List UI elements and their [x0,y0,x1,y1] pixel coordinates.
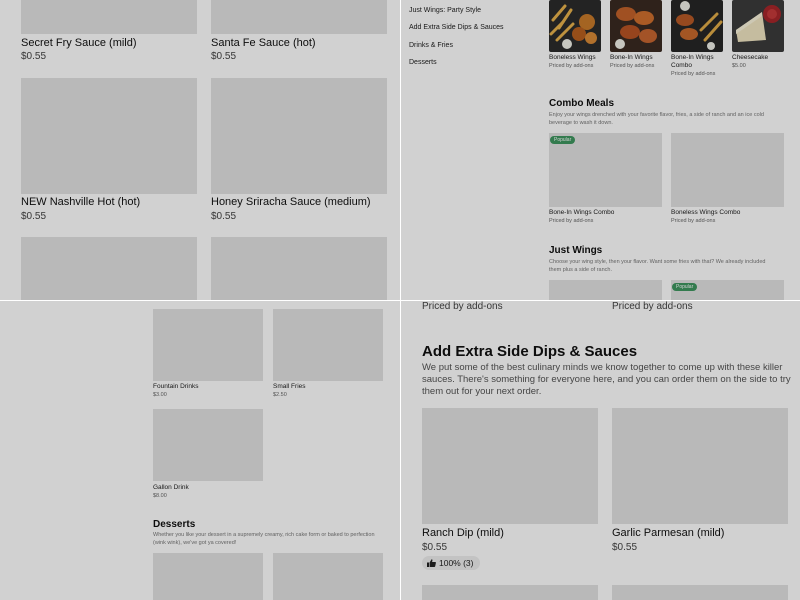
quadrant-divider-horizontal [0,300,800,301]
item-name[interactable]: Santa Fe Sauce (hot) [211,37,316,49]
item-image[interactable] [211,0,387,34]
thumbs-up-icon [427,559,436,567]
section-description: Whether you like your dessert in a supre… [153,532,375,546]
wings-photo-icon [610,0,662,52]
rating-value: 100% (3) [439,558,474,568]
sidebar-item-drinks-fries[interactable]: Drinks & Fries [409,42,453,49]
sidebar-item-dips-sauces[interactable]: Add Extra Side Dips & Sauces [409,24,504,31]
item-image[interactable] [211,78,387,194]
item-image[interactable] [21,0,197,34]
item-image[interactable] [612,408,788,524]
cheesecake-photo-icon [732,0,784,52]
sidebar-item-desserts[interactable]: Desserts [409,59,437,66]
item-name[interactable]: Ranch Dip (mild) [422,527,504,539]
section-title-combo: Combo Meals [549,98,615,109]
popular-badge: Popular [550,136,576,144]
drinks-desserts-panel: Fountain Drinks $3.00 Small Fries $2.50 … [0,301,400,600]
popular-badge: Popular [672,283,698,291]
item-price: Priced by add-ons [612,301,693,312]
section-description: Choose your wing style, then your flavor… [549,259,766,273]
item-price: Priced by add-ons [549,218,594,224]
dips-sauces-panel: Priced by add-ons Priced by add-ons Add … [401,301,800,600]
item-name[interactable]: Garlic Parmesan (mild) [612,527,724,539]
section-title-just-wings: Just Wings [549,245,603,256]
item-image[interactable] [211,237,387,300]
cheesecake-image[interactable] [732,0,784,52]
item-name[interactable]: NEW Nashville Hot (hot) [21,196,140,208]
item-price: $8.00 [153,493,167,499]
item-name[interactable]: Bone-In Wings Combo [671,54,723,70]
item-image[interactable] [549,133,662,207]
item-image[interactable] [153,309,263,381]
section-description: Enjoy your wings drenched with your favo… [549,112,764,126]
item-image[interactable] [671,133,784,207]
item-image[interactable] [422,585,598,600]
item-name[interactable]: Gallon Drink [153,484,189,492]
item-image[interactable] [422,408,598,524]
item-name[interactable]: Small Fries [273,383,306,391]
item-name[interactable]: Fountain Drinks [153,383,199,391]
item-image[interactable] [612,585,788,600]
item-image[interactable] [273,309,383,381]
item-image[interactable] [153,409,263,481]
rating-badge: 100% (3) [422,556,480,570]
item-price: $5.00 [732,63,746,69]
item-price: $0.55 [21,211,47,222]
combo-photo-icon [671,0,723,52]
item-price: Priced by add-ons [610,63,655,69]
item-price: $2.50 [273,392,287,398]
item-price: $0.55 [422,542,448,553]
item-price: Priced by add-ons [671,71,716,77]
bone-in-wings-combo-image[interactable] [671,0,723,52]
item-image[interactable] [21,78,197,194]
item-price: $0.55 [211,51,237,62]
item-image[interactable] [273,553,383,600]
item-name[interactable]: Honey Sriracha Sauce (medium) [211,196,371,208]
item-image[interactable] [549,280,662,300]
bone-in-wings-image[interactable] [610,0,662,52]
item-price: $0.55 [21,51,47,62]
section-description: We put some of the best culinary minds w… [422,362,791,397]
item-name[interactable]: Cheesecake [732,54,768,62]
boneless-wings-image[interactable] [549,0,601,52]
sauces-panel: Secret Fry Sauce (mild) $0.55 Santa Fe S… [0,0,400,300]
item-name[interactable]: Secret Fry Sauce (mild) [21,37,137,49]
item-name[interactable]: Boneless Wings Combo [671,209,740,217]
section-title-desserts: Desserts [153,519,196,530]
menu-overview-panel: Just Wings: Party Style Add Extra Side D… [401,0,800,300]
item-name[interactable]: Boneless Wings [549,54,596,62]
sidebar-item-party-style[interactable]: Just Wings: Party Style [409,7,481,14]
item-image[interactable] [21,237,197,300]
fries-wings-photo-icon [549,0,601,52]
item-image[interactable] [153,553,263,600]
item-price: Priced by add-ons [422,301,503,312]
item-name[interactable]: Bone-In Wings [610,54,653,62]
item-price: Priced by add-ons [671,218,716,224]
item-price: $0.55 [211,211,237,222]
item-price: $3.00 [153,392,167,398]
item-price: Priced by add-ons [549,63,594,69]
item-name[interactable]: Bone-In Wings Combo [549,209,614,217]
item-price: $0.55 [612,542,638,553]
section-title-dips-sauces: Add Extra Side Dips & Sauces [422,343,638,360]
